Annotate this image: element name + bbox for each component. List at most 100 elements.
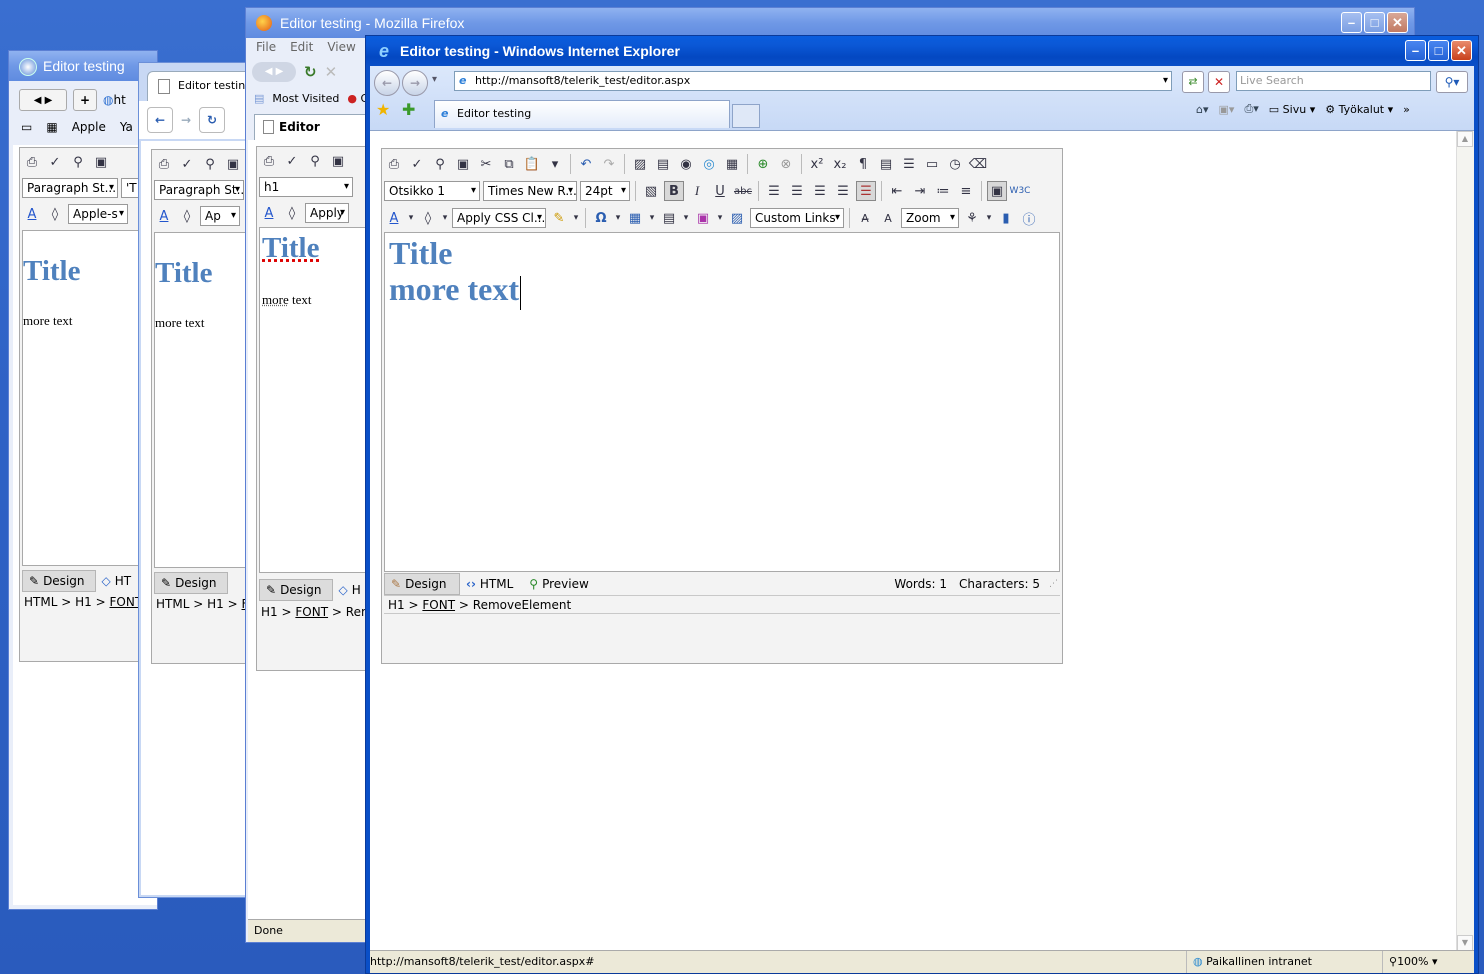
resize-grip-icon[interactable]: ⋰ — [1049, 579, 1058, 589]
format-stripper-icon[interactable]: ⌫ — [968, 154, 988, 174]
back-color-icon[interactable]: ◊ — [418, 208, 438, 228]
home-icon[interactable]: ⌂▾ — [1196, 103, 1209, 116]
back-color-icon[interactable]: ◊ — [177, 206, 197, 226]
absolute-position-icon[interactable]: ▧ — [641, 181, 661, 201]
strikethrough-button[interactable]: abc — [733, 181, 753, 201]
tab-html[interactable]: ‹› HTML — [460, 573, 523, 595]
align-right-icon[interactable]: ☰ — [810, 181, 830, 201]
forward-icon[interactable]: → — [402, 70, 428, 96]
back-icon[interactable]: ← — [374, 70, 400, 96]
toggle-screen-mode-icon[interactable]: ▮ — [996, 208, 1016, 228]
tab-preview[interactable]: ⚲ Preview — [523, 573, 599, 595]
print-icon[interactable]: ⎙ — [259, 151, 279, 171]
scroll-down-icon[interactable]: ▼ — [1457, 935, 1473, 951]
forward-icon[interactable]: → — [181, 113, 191, 127]
paragraph-style-select[interactable]: Paragraph St... — [154, 180, 244, 200]
find-icon[interactable]: ⚲ — [305, 151, 325, 171]
find-icon[interactable]: ⚲ — [200, 154, 220, 174]
reload-icon[interactable]: ↻ — [199, 107, 226, 133]
feeds-icon[interactable]: ▣▾ — [1219, 103, 1235, 116]
convert-lower-icon[interactable]: A̶ — [855, 208, 875, 228]
italic-button[interactable]: I — [687, 181, 707, 201]
tab-design[interactable]: ✎ Design — [259, 579, 333, 601]
paste-options-icon[interactable]: ▾ — [545, 154, 565, 174]
tab-html[interactable]: ◇ HT — [96, 570, 142, 592]
zoom-select[interactable]: Zoom — [901, 208, 959, 228]
outdent-icon[interactable]: ⇤ — [887, 181, 907, 201]
media-manager-icon[interactable]: ◎ — [699, 154, 719, 174]
menu-view[interactable]: View — [327, 40, 355, 54]
maximize-button[interactable]: □ — [1428, 40, 1449, 61]
grid-icon[interactable]: ▦ — [46, 120, 57, 134]
toggle-table-border-icon[interactable]: ▣ — [987, 181, 1007, 201]
fore-color-icon[interactable]: A — [22, 204, 42, 224]
find-icon[interactable]: ⚲ — [430, 154, 450, 174]
add-bookmark-button[interactable]: + — [73, 89, 97, 111]
bookmark-apple[interactable]: Apple — [72, 120, 106, 134]
reload-icon[interactable]: ↻ — [304, 63, 317, 81]
form-elements-dropdown-icon[interactable]: ▾ — [716, 208, 724, 228]
ie-content-area[interactable]: Title more text — [384, 232, 1060, 572]
paragraph-style-select[interactable]: h1 — [259, 177, 353, 197]
fore-color-icon[interactable]: A — [259, 203, 279, 223]
image-map-icon[interactable]: ▨ — [727, 208, 747, 228]
back-icon[interactable]: ← — [147, 107, 173, 133]
insert-date-icon[interactable]: ▤ — [876, 154, 896, 174]
tab-design[interactable]: ✎ Design — [154, 572, 228, 594]
numbered-list-icon[interactable]: ≔ — [933, 181, 953, 201]
paragraph-style-select[interactable]: Otsikko 1 — [384, 181, 480, 201]
snippets-dropdown-icon[interactable]: ▾ — [682, 208, 690, 228]
select-all-icon[interactable]: ▣ — [223, 154, 243, 174]
address-fragment[interactable]: ◍ht — [103, 93, 126, 107]
module-manager-icon[interactable]: ⚘ — [962, 208, 982, 228]
select-all-icon[interactable]: ▣ — [453, 154, 473, 174]
back-forward-buttons[interactable]: ◀ ▶ — [19, 89, 67, 111]
fore-color-dropdown-icon[interactable]: ▾ — [407, 208, 415, 228]
format-painter-icon[interactable]: ✎ — [549, 208, 569, 228]
back-forward-icon[interactable]: ◀ ▶ — [252, 62, 296, 82]
template-manager-icon[interactable]: ▦ — [722, 154, 742, 174]
font-size-select[interactable]: 24pt — [580, 181, 630, 201]
add-favorites-icon[interactable]: ✚ — [402, 100, 415, 119]
new-tab-button[interactable] — [732, 104, 760, 128]
form-elements-icon[interactable]: ▣ — [693, 208, 713, 228]
spellcheck-icon[interactable]: ✓ — [177, 154, 197, 174]
safari-titlebar[interactable]: Editor testing — [9, 51, 157, 81]
form-element-icon[interactable]: ▭ — [922, 154, 942, 174]
snippets-icon[interactable]: ▤ — [659, 208, 679, 228]
css-class-select[interactable]: Ap — [200, 206, 240, 226]
chevron-more-icon[interactable]: » — [1403, 103, 1410, 116]
superscript-icon[interactable]: x² — [807, 154, 827, 174]
about-icon[interactable]: ⓘ — [1019, 208, 1039, 228]
paragraph-style-select[interactable]: Paragraph St... — [22, 178, 118, 198]
address-bar[interactable]: e http://mansoft8/telerik_test/editor.as… — [454, 71, 1172, 91]
insert-table-dropdown-icon[interactable]: ▾ — [648, 208, 656, 228]
document-manager-icon[interactable]: ▤ — [653, 154, 673, 174]
font-name-select[interactable]: Times New R... — [483, 181, 577, 201]
unlink-icon[interactable]: ⊗ — [776, 154, 796, 174]
security-zone[interactable]: ◍ Paikallinen intranet — [1186, 951, 1312, 973]
refresh-icon[interactable]: ⇄ — [1182, 71, 1204, 93]
stop-icon[interactable]: ✕ — [1208, 71, 1230, 93]
print-icon[interactable]: ⎙ — [154, 154, 174, 174]
format-painter-dropdown-icon[interactable]: ▾ — [572, 208, 580, 228]
justify-none-icon[interactable]: ☰ — [856, 181, 876, 201]
scroll-up-icon[interactable]: ▲ — [1457, 131, 1473, 147]
xhtml-validator-icon[interactable]: W3C — [1010, 181, 1031, 201]
tab-design[interactable]: ✎ Design — [22, 570, 96, 592]
stop-icon[interactable]: ✕ — [325, 63, 338, 81]
clock-icon[interactable]: ◷ — [945, 154, 965, 174]
paragraph-icon[interactable]: ¶ — [853, 154, 873, 174]
favorites-star-icon[interactable]: ★ — [376, 100, 390, 119]
close-button[interactable]: ✕ — [1387, 12, 1408, 33]
bold-button[interactable]: B — [664, 181, 684, 201]
address-dropdown-icon[interactable]: ▾ — [1163, 72, 1168, 90]
history-dropdown-icon[interactable]: ▾ — [432, 74, 437, 85]
spellcheck-icon[interactable]: ✓ — [45, 152, 65, 172]
indent-icon[interactable]: ⇥ — [910, 181, 930, 201]
select-all-icon[interactable]: ▣ — [91, 152, 111, 172]
bookmark-most-visited[interactable]: Most Visited — [272, 92, 339, 105]
css-class-select[interactable]: Apple-s — [68, 204, 128, 224]
subscript-icon[interactable]: x₂ — [830, 154, 850, 174]
image-manager-icon[interactable]: ▨ — [630, 154, 650, 174]
